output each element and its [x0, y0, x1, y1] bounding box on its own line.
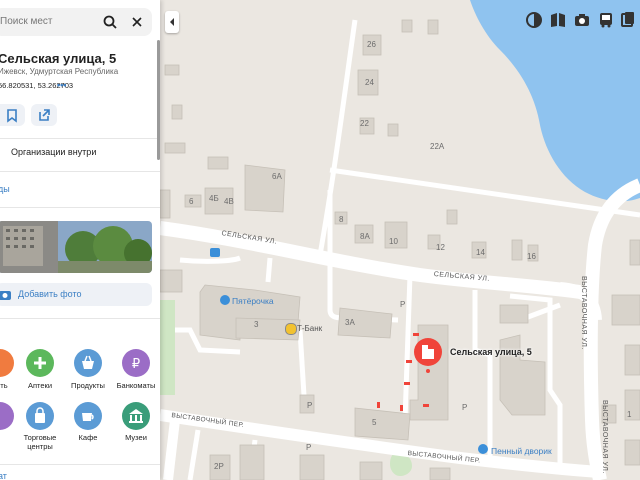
- category-label[interactable]: Торговые центры: [17, 433, 63, 451]
- house-number: 8: [339, 215, 344, 224]
- house-number: 5: [372, 418, 377, 427]
- house-number: 1: [627, 410, 632, 419]
- panorama-icon[interactable]: [548, 10, 568, 30]
- divider: [0, 138, 160, 139]
- organizations-inside-link[interactable]: Организации внутри: [11, 147, 96, 157]
- house-number: 14: [476, 248, 485, 257]
- ruble-icon: ₽: [132, 357, 140, 372]
- place-panel: Поиск мест Сельская улица, 5 Ижевск, Удм…: [0, 0, 160, 480]
- add-photo-button[interactable]: Добавить фото: [0, 283, 152, 306]
- category-label[interactable]: Банкоматы: [113, 381, 159, 390]
- house-number: 8А: [360, 232, 370, 241]
- bookmarks-icon[interactable]: [618, 10, 638, 30]
- transport-icon[interactable]: [596, 10, 616, 30]
- category-malls-button[interactable]: [26, 402, 54, 430]
- place-photo[interactable]: [0, 221, 152, 273]
- svg-text:₽: ₽: [132, 357, 140, 372]
- more-icon[interactable]: •••: [57, 80, 66, 90]
- vertical-street-left: [163, 419, 180, 480]
- house-number: 26: [367, 40, 376, 49]
- bank-poi-icon[interactable]: [285, 323, 297, 335]
- house-number: 6А: [272, 172, 282, 181]
- house-number: 3: [254, 320, 259, 329]
- house-number: 22А: [430, 142, 445, 151]
- bookmark-button[interactable]: [0, 104, 25, 126]
- house-number: 6: [189, 197, 194, 206]
- house-number: 22: [360, 119, 369, 128]
- category-label[interactable]: Кафе: [65, 433, 111, 442]
- street-label: ВЫСТАВОЧНАЯ УЛ.: [601, 400, 608, 474]
- poi-penny[interactable]: Пенный дворик: [491, 446, 552, 456]
- add-photo-label: Добавить фото: [18, 289, 82, 299]
- poi-tbank[interactable]: Т-Банк: [297, 324, 322, 333]
- entrance-arrow-icon: [400, 405, 403, 411]
- poi-pyaterochka[interactable]: Пятёрочка: [232, 296, 274, 306]
- category-shop-icon[interactable]: [0, 349, 14, 377]
- place-photo-image: [0, 221, 152, 273]
- category-pharmacy-button[interactable]: [26, 349, 54, 377]
- place-title: Сельская улица, 5: [0, 51, 117, 66]
- entrance-arrow-icon: [423, 404, 429, 407]
- panel-scrollbar[interactable]: [157, 40, 160, 160]
- park-area-left: [160, 300, 175, 395]
- plus-icon: [34, 357, 46, 369]
- bag-icon: [35, 407, 45, 423]
- museum-icon: [129, 409, 143, 423]
- collapse-panel-button[interactable]: [165, 11, 179, 33]
- entrance-arrow-icon: [404, 382, 410, 385]
- parking-label: Р: [306, 443, 312, 452]
- bus-stop-icon[interactable]: [210, 248, 220, 257]
- search-input[interactable]: Поиск мест: [0, 16, 53, 27]
- category-label[interactable]: Музеи: [113, 433, 159, 442]
- house-number: 4Б: [209, 194, 219, 203]
- entrance-arrow-icon: [406, 360, 412, 363]
- share-button[interactable]: [31, 104, 57, 126]
- layers-icon[interactable]: [524, 10, 544, 30]
- parking-label: Р: [462, 403, 468, 412]
- bar-poi-icon[interactable]: [478, 444, 488, 454]
- entrance-arrow-icon: [413, 333, 419, 336]
- share-icon: [39, 109, 50, 121]
- category-label[interactable]: Аптеки: [17, 381, 63, 390]
- shop-poi-icon[interactable]: [220, 295, 230, 305]
- category-partial-button[interactable]: [0, 402, 14, 430]
- place-address: Ижевск, Удмуртская Республика: [0, 67, 119, 76]
- house-number: 24: [365, 78, 374, 87]
- parking-label: Р: [307, 401, 313, 410]
- category-atm-button[interactable]: ₽: [122, 349, 150, 377]
- category-label[interactable]: Продукты: [65, 381, 111, 390]
- close-icon[interactable]: [129, 14, 145, 30]
- selected-location-pin[interactable]: [412, 337, 444, 377]
- chevron-left-icon: [170, 18, 174, 26]
- camera-icon: [0, 291, 11, 300]
- bookmark-icon: [7, 109, 17, 123]
- category-cafe-button[interactable]: [74, 402, 102, 430]
- panel-link-partial[interactable]: ды: [0, 184, 10, 194]
- house-number: 2Р: [214, 462, 224, 471]
- house-number: 3А: [345, 318, 355, 327]
- house-number: 4В: [224, 197, 234, 206]
- selected-location-label: Сельская улица, 5: [450, 347, 532, 357]
- basket-icon: [82, 355, 94, 369]
- divider: [0, 318, 160, 319]
- divider: [0, 171, 160, 172]
- search-box[interactable]: Поиск мест: [0, 8, 152, 36]
- panel-bottom-link-partial[interactable]: ат: [0, 471, 7, 480]
- street-label: ВЫСТАВОЧНАЯ УЛ.: [580, 276, 587, 350]
- house-number: 12: [436, 243, 445, 252]
- cup-icon: [82, 413, 94, 421]
- divider: [0, 464, 160, 465]
- house-number: 10: [389, 237, 398, 246]
- entrance-arrow-icon: [377, 402, 380, 408]
- house-number: 16: [527, 252, 536, 261]
- search-icon[interactable]: [102, 14, 118, 30]
- parking-label: Р: [400, 300, 406, 309]
- photo-icon[interactable]: [572, 10, 592, 30]
- category-museums-button[interactable]: [122, 402, 150, 430]
- category-groceries-button[interactable]: [74, 349, 102, 377]
- divider: [0, 207, 160, 208]
